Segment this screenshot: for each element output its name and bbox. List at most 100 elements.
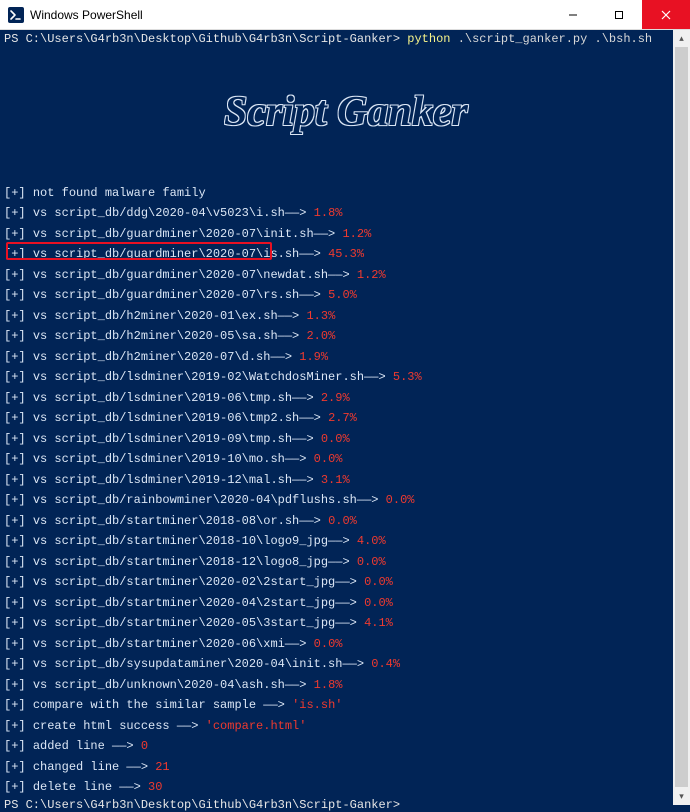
line-text: vs script_db/startminer\2020-06\xmi——> (33, 637, 314, 651)
command-executable: python (407, 32, 450, 46)
line-text: vs script_db/startminer\2018-08\or.sh——> (33, 514, 328, 528)
line-prefix: [+] (4, 473, 33, 487)
line-text: compare with the similar sample ——> (33, 698, 292, 712)
output-line: [+] vs script_db/startminer\2020-05\3sta… (4, 613, 669, 634)
line-prefix: [+] (4, 493, 33, 507)
maximize-button[interactable] (596, 0, 642, 29)
output-line: [+] vs script_db/h2miner\2020-05\sa.sh——… (4, 326, 669, 347)
output-line: [+] compare with the similar sample ——> … (4, 695, 669, 716)
line-prefix: [+] (4, 698, 33, 712)
output-line: [+] not found malware family (4, 183, 669, 204)
line-percent: 45.3% (328, 247, 364, 261)
line-text: vs script_db/startminer\2020-04\2start_j… (33, 596, 364, 610)
line-text: not found malware family (33, 186, 206, 200)
line-prefix: [+] (4, 616, 33, 630)
line-prefix: [+] (4, 329, 33, 343)
line-prefix: [+] (4, 575, 33, 589)
line-percent: 1.3% (306, 309, 335, 323)
line-prefix: [+] (4, 186, 33, 200)
line-percent: 1.9% (299, 350, 328, 364)
line-percent: 0.0% (386, 493, 415, 507)
line-percent: 0.4% (371, 657, 400, 671)
line-prefix: [+] (4, 227, 33, 241)
terminal-viewport[interactable]: PS C:\Users\G4rb3n\Desktop\Github\G4rb3n… (0, 30, 690, 805)
svg-text:Script Ganker: Script Ganker (224, 89, 469, 135)
line-prefix: [+] (4, 370, 33, 384)
line-percent: 3.1% (321, 473, 350, 487)
output-line: [+] vs script_db/startminer\2018-10\logo… (4, 531, 669, 552)
line-percent: 0.0% (364, 575, 393, 589)
line-prefix: [+] (4, 411, 33, 425)
line-text: delete line ——> (33, 780, 148, 794)
output-line: [+] vs script_db/lsdminer\2019-06\tmp2.s… (4, 408, 669, 429)
line-text: vs script_db/h2miner\2020-07\d.sh——> (33, 350, 299, 364)
line-prefix: [+] (4, 739, 33, 753)
close-button[interactable] (642, 0, 690, 29)
line-percent: 1.2% (357, 268, 386, 282)
line-prefix: [+] (4, 247, 33, 261)
output-line: [+] vs script_db/unknown\2020-04\ash.sh—… (4, 675, 669, 696)
line-prefix: [+] (4, 719, 33, 733)
output-line: [+] delete line ——> 30 (4, 777, 669, 798)
line-prefix: [+] (4, 452, 33, 466)
line-number: 0 (141, 739, 148, 753)
line-prefix: [+] (4, 780, 33, 794)
line-percent: 5.0% (328, 288, 357, 302)
line-text: vs script_db/startminer\2018-10\logo9_jp… (33, 534, 357, 548)
prompt-line-top: PS C:\Users\G4rb3n\Desktop\Github\G4rb3n… (4, 32, 669, 46)
line-percent: 0.0% (357, 555, 386, 569)
line-percent: 2.0% (306, 329, 335, 343)
line-percent: 0.0% (314, 637, 343, 651)
line-text: changed line ——> (33, 760, 155, 774)
command-args: .\script_ganker.py .\bsh.sh (451, 32, 653, 46)
line-percent: 2.9% (321, 391, 350, 405)
line-prefix: [+] (4, 288, 33, 302)
line-percent: 1.2% (342, 227, 371, 241)
line-text: vs script_db/startminer\2020-05\3start_j… (33, 616, 364, 630)
output-line: [+] vs script_db/rainbowminer\2020-04\pd… (4, 490, 669, 511)
output-line: [+] vs script_db/startminer\2020-02\2sta… (4, 572, 669, 593)
line-quoted: 'is.sh' (292, 698, 342, 712)
line-percent: 2.7% (328, 411, 357, 425)
output-lines: [+] not found malware family[+] vs scrip… (4, 183, 669, 798)
line-text: vs script_db/lsdminer\2019-12\mal.sh——> (33, 473, 321, 487)
powershell-icon (8, 7, 24, 23)
output-line: [+] vs script_db/startminer\2020-04\2sta… (4, 593, 669, 614)
line-prefix: [+] (4, 637, 33, 651)
output-line: [+] create html success ——> 'compare.htm… (4, 716, 669, 737)
line-prefix: [+] (4, 678, 33, 692)
line-prefix: [+] (4, 596, 33, 610)
line-text: vs script_db/h2miner\2020-01\ex.sh——> (33, 309, 307, 323)
line-percent: 1.8% (314, 206, 343, 220)
line-prefix: [+] (4, 760, 33, 774)
line-percent: 4.0% (357, 534, 386, 548)
output-line: [+] vs script_db/startminer\2018-12\logo… (4, 552, 669, 573)
line-prefix: [+] (4, 555, 33, 569)
line-number: 21 (155, 760, 169, 774)
line-prefix: [+] (4, 391, 33, 405)
output-line: [+] vs script_db/lsdminer\2019-06\tmp.sh… (4, 388, 669, 409)
line-prefix: [+] (4, 432, 33, 446)
output-line: [+] vs script_db/h2miner\2020-01\ex.sh——… (4, 306, 669, 327)
minimize-button[interactable] (550, 0, 596, 29)
output-line: [+] vs script_db/lsdminer\2019-02\Watchd… (4, 367, 669, 388)
scrollbar-down-button[interactable]: ▾ (673, 788, 690, 805)
output-line: [+] vs script_db/startminer\2018-08\or.s… (4, 511, 669, 532)
line-prefix: [+] (4, 206, 33, 220)
line-text: vs script_db/startminer\2020-02\2start_j… (33, 575, 364, 589)
output-line: [+] vs script_db/lsdminer\2019-10\mo.sh—… (4, 449, 669, 470)
line-text: vs script_db/lsdminer\2019-02\WatchdosMi… (33, 370, 393, 384)
line-prefix: [+] (4, 657, 33, 671)
output-line: [+] vs script_db/h2miner\2020-07\d.sh——>… (4, 347, 669, 368)
line-text: vs script_db/lsdminer\2019-09\tmp.sh——> (33, 432, 321, 446)
output-line: [+] vs script_db/guardminer\2020-07\is.s… (4, 244, 669, 265)
vertical-scrollbar[interactable]: ▴ ▾ (673, 30, 690, 805)
line-text: vs script_db/guardminer\2020-07\is.sh——> (33, 247, 328, 261)
output-line: [+] vs script_db/guardminer\2020-07\newd… (4, 265, 669, 286)
line-number: 30 (148, 780, 162, 794)
line-text: vs script_db/unknown\2020-04\ash.sh——> (33, 678, 314, 692)
window-title: Windows PowerShell (30, 8, 550, 22)
scrollbar-thumb[interactable] (675, 47, 688, 787)
scrollbar-up-button[interactable]: ▴ (673, 30, 690, 47)
window-controls (550, 0, 690, 29)
